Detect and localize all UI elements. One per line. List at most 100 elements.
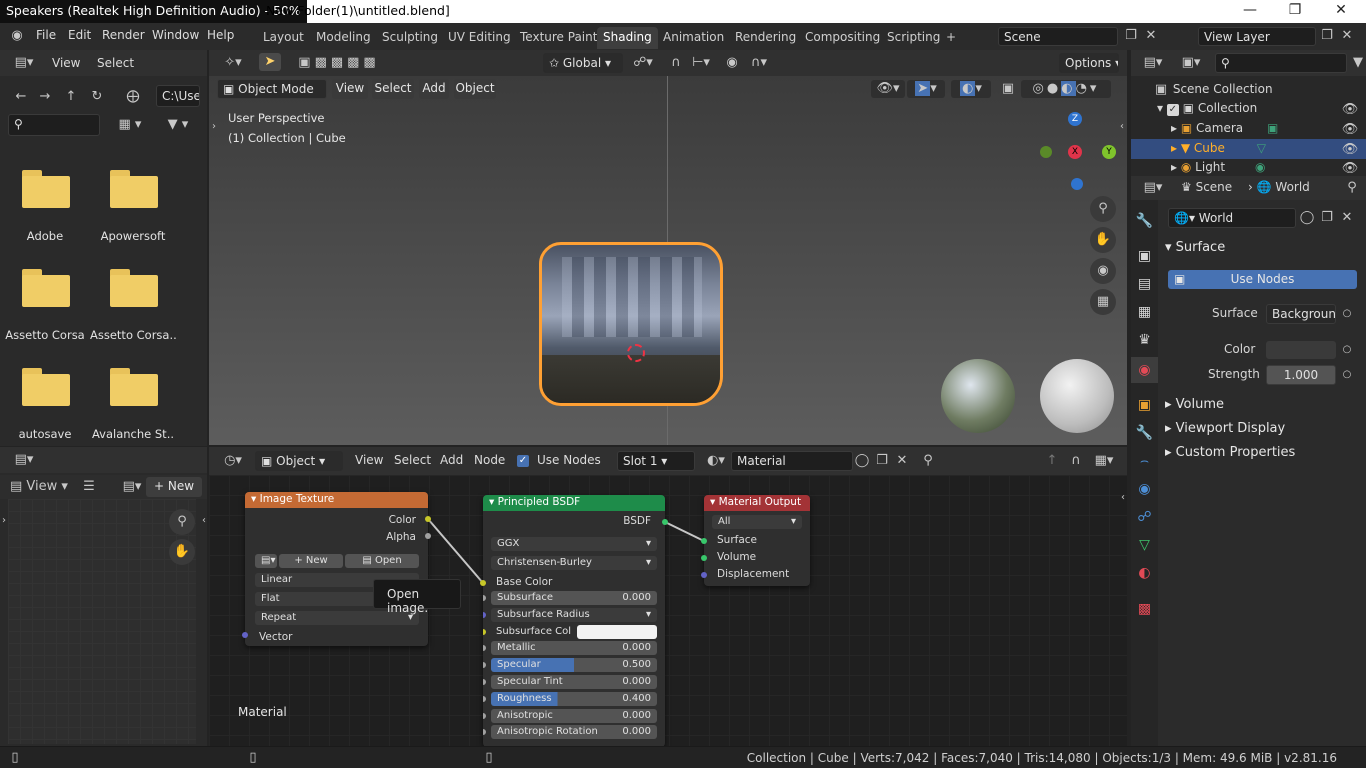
overlays-icon[interactable]: ◐ ▾ xyxy=(951,80,991,98)
constraints-tab-icon[interactable]: ☍ xyxy=(1131,504,1158,530)
output-tab-icon[interactable]: ▤ xyxy=(1131,271,1158,297)
eye-icon[interactable]: 👁 xyxy=(1341,101,1359,119)
select-tool-icon[interactable]: ➤ xyxy=(259,53,281,71)
collection-checkbox[interactable]: ✓ xyxy=(1166,104,1179,116)
gizmo-z-icon[interactable]: Z xyxy=(1068,112,1082,126)
image-texture-node[interactable]: ▾ Image Texture Color Alpha ▤▾ + New ▤ O… xyxy=(245,492,428,646)
transform-orientation[interactable]: ✩ Global ▾ xyxy=(543,53,623,73)
render-tab-icon[interactable]: ▣ xyxy=(1131,243,1158,269)
texture-tab-icon[interactable]: ▩ xyxy=(1131,596,1158,622)
pivot-icon[interactable]: ☍▾ xyxy=(629,54,657,72)
minimize-icon[interactable]: — xyxy=(1235,2,1265,18)
image-zoom-icon[interactable]: ⚲ xyxy=(169,509,195,535)
image-toolbar-collapse-icon[interactable]: › xyxy=(0,512,8,530)
world-tab-icon[interactable]: ◉ xyxy=(1131,357,1158,383)
object-tab-icon[interactable]: ▣ xyxy=(1131,392,1158,418)
eye-icon[interactable]: 👁 xyxy=(1341,141,1359,159)
node-snap-icon[interactable]: ∩ xyxy=(1067,452,1085,470)
file-select-menu[interactable]: Select xyxy=(97,56,134,70)
bsdf-input-socket[interactable] xyxy=(483,712,486,719)
link-socket-icon[interactable]: ○ xyxy=(1338,366,1356,384)
volume-panel-header[interactable]: ▸ Volume xyxy=(1165,397,1224,412)
parent-tree-icon[interactable]: ↑ xyxy=(1043,452,1061,470)
bsdf-input-socket[interactable] xyxy=(483,611,486,618)
modifier-tab-icon[interactable]: 🔧 xyxy=(1131,420,1158,446)
viewport-editor-type-icon[interactable]: ✧▾ xyxy=(219,54,247,72)
viewport-object-menu[interactable]: Object xyxy=(454,79,496,99)
node-view-menu[interactable]: View xyxy=(355,453,383,467)
tab-scripting[interactable]: Scripting xyxy=(881,27,946,49)
folder-icon[interactable] xyxy=(22,170,70,208)
gizmo-neg-z-icon[interactable] xyxy=(1071,178,1083,190)
folder-icon[interactable] xyxy=(110,170,158,208)
selection-mode-icons[interactable]: ▣▩▩▩▩ xyxy=(295,54,383,72)
bsdf-input-socket[interactable] xyxy=(483,595,486,601)
remove-view-layer-icon[interactable]: ✕ xyxy=(1338,27,1356,45)
duplicate-world-icon[interactable]: ❐ xyxy=(1318,209,1336,227)
slot-selector[interactable]: Slot 1 ▾ xyxy=(617,451,695,471)
new-view-layer-icon[interactable]: ❐ xyxy=(1318,27,1336,45)
bsdf-field-subsurface[interactable]: Subsurface 0.000 xyxy=(491,591,657,605)
parent-directory-icon[interactable]: ↑ xyxy=(62,88,80,106)
menu-help[interactable]: Help xyxy=(207,28,234,42)
alpha-output-socket[interactable] xyxy=(425,533,431,539)
eye-icon[interactable]: 👁 xyxy=(1341,121,1359,139)
menu-window[interactable]: Window xyxy=(152,28,199,42)
world-color-swatch[interactable] xyxy=(1266,341,1336,359)
use-nodes-button[interactable]: ▣ Use Nodes xyxy=(1168,270,1357,289)
tab-texture-paint[interactable]: Texture Paint xyxy=(514,27,603,49)
outliner-search-input[interactable]: ⚲ xyxy=(1215,53,1347,73)
folder-icon[interactable] xyxy=(22,368,70,406)
bsdf-input-socket[interactable] xyxy=(483,679,486,685)
bsdf-input-socket[interactable] xyxy=(483,729,486,736)
image-new-button[interactable]: + New xyxy=(279,554,343,568)
remove-scene-icon[interactable]: ✕ xyxy=(1142,27,1160,45)
distribution-dropdown[interactable]: GGX ▾ xyxy=(491,537,657,551)
viewport-select-menu[interactable]: Select xyxy=(372,79,414,99)
node-select-menu[interactable]: Select xyxy=(394,453,431,467)
filter-icon[interactable]: ▼ ▾ xyxy=(160,116,196,134)
toolbar-collapse-icon[interactable]: › xyxy=(210,118,218,136)
principled-header[interactable]: ▾ Principled BSDF xyxy=(483,495,665,511)
image-browse-dropdown-icon[interactable]: ▤▾ xyxy=(255,554,277,568)
gizmo-neg-y-icon[interactable] xyxy=(1040,146,1052,158)
folder-label[interactable]: Apowersoft xyxy=(90,229,176,243)
link-socket-icon[interactable]: ○ xyxy=(1338,341,1356,359)
pin-icon[interactable]: ⚲ xyxy=(1343,179,1361,197)
editor-type-icon[interactable]: ▤▾ xyxy=(10,54,38,72)
blender-logo-icon[interactable]: ◉ xyxy=(8,27,26,45)
displacement-input-socket[interactable] xyxy=(701,572,707,578)
shader-type-selector[interactable]: ▣ Object ▾ xyxy=(255,451,343,471)
image-browse-icon[interactable]: ▤▾ xyxy=(118,478,146,496)
file-search-input[interactable]: ⚲ xyxy=(8,114,100,136)
tab-modeling[interactable]: Modeling xyxy=(310,27,377,49)
fake-user-shield-icon[interactable]: ◯ xyxy=(1298,209,1316,227)
folder-icon[interactable] xyxy=(110,269,158,307)
surface-panel-header[interactable]: ▾ Surface xyxy=(1165,240,1225,255)
tool-tab-icon[interactable]: 🔧 xyxy=(1131,208,1158,234)
color-output-socket[interactable] xyxy=(425,516,431,522)
scene-collection-row[interactable]: ▣ Scene Collection xyxy=(1153,81,1353,99)
image-pan-hand-icon[interactable]: ✋ xyxy=(169,539,195,565)
subsurface-method-dropdown[interactable]: Christensen-Burley ▾ xyxy=(491,556,657,570)
use-nodes-checkbox[interactable]: ✓ xyxy=(517,455,529,467)
folder-label[interactable]: Assetto Corsa xyxy=(2,328,88,342)
falloff-icon[interactable]: ∩▾ xyxy=(745,54,773,72)
restore-icon[interactable]: ❐ xyxy=(1280,2,1310,18)
tab-layout[interactable]: Layout xyxy=(257,27,310,49)
bsdf-field-anisotropic[interactable]: Anisotropic 0.000 xyxy=(491,708,657,723)
bsdf-input-socket[interactable] xyxy=(483,695,486,702)
bsdf-field-metallic[interactable]: Metallic 0.000 xyxy=(491,641,657,656)
gizmo-x-icon[interactable]: X xyxy=(1068,145,1082,159)
scene-tab-icon[interactable]: ♛ xyxy=(1131,327,1158,353)
tab-compositing[interactable]: Compositing xyxy=(799,27,886,49)
ortho-grid-icon[interactable]: ▦ xyxy=(1090,289,1116,315)
image-view-menu[interactable]: ▤ View ▾ xyxy=(10,478,74,496)
camera-view-icon[interactable]: ◉ xyxy=(1090,258,1116,284)
proportional-edit-icon[interactable]: ◉ xyxy=(723,54,741,72)
gizmo-y-icon[interactable]: Y xyxy=(1102,145,1116,159)
strength-field[interactable]: 1.000 xyxy=(1266,365,1336,385)
base-color-input-socket[interactable] xyxy=(480,580,486,586)
node-editor-canvas[interactable]: ▾ Image Texture Color Alpha ▤▾ + New ▤ O… xyxy=(209,475,1127,747)
material-name-field[interactable]: Material xyxy=(731,451,853,471)
